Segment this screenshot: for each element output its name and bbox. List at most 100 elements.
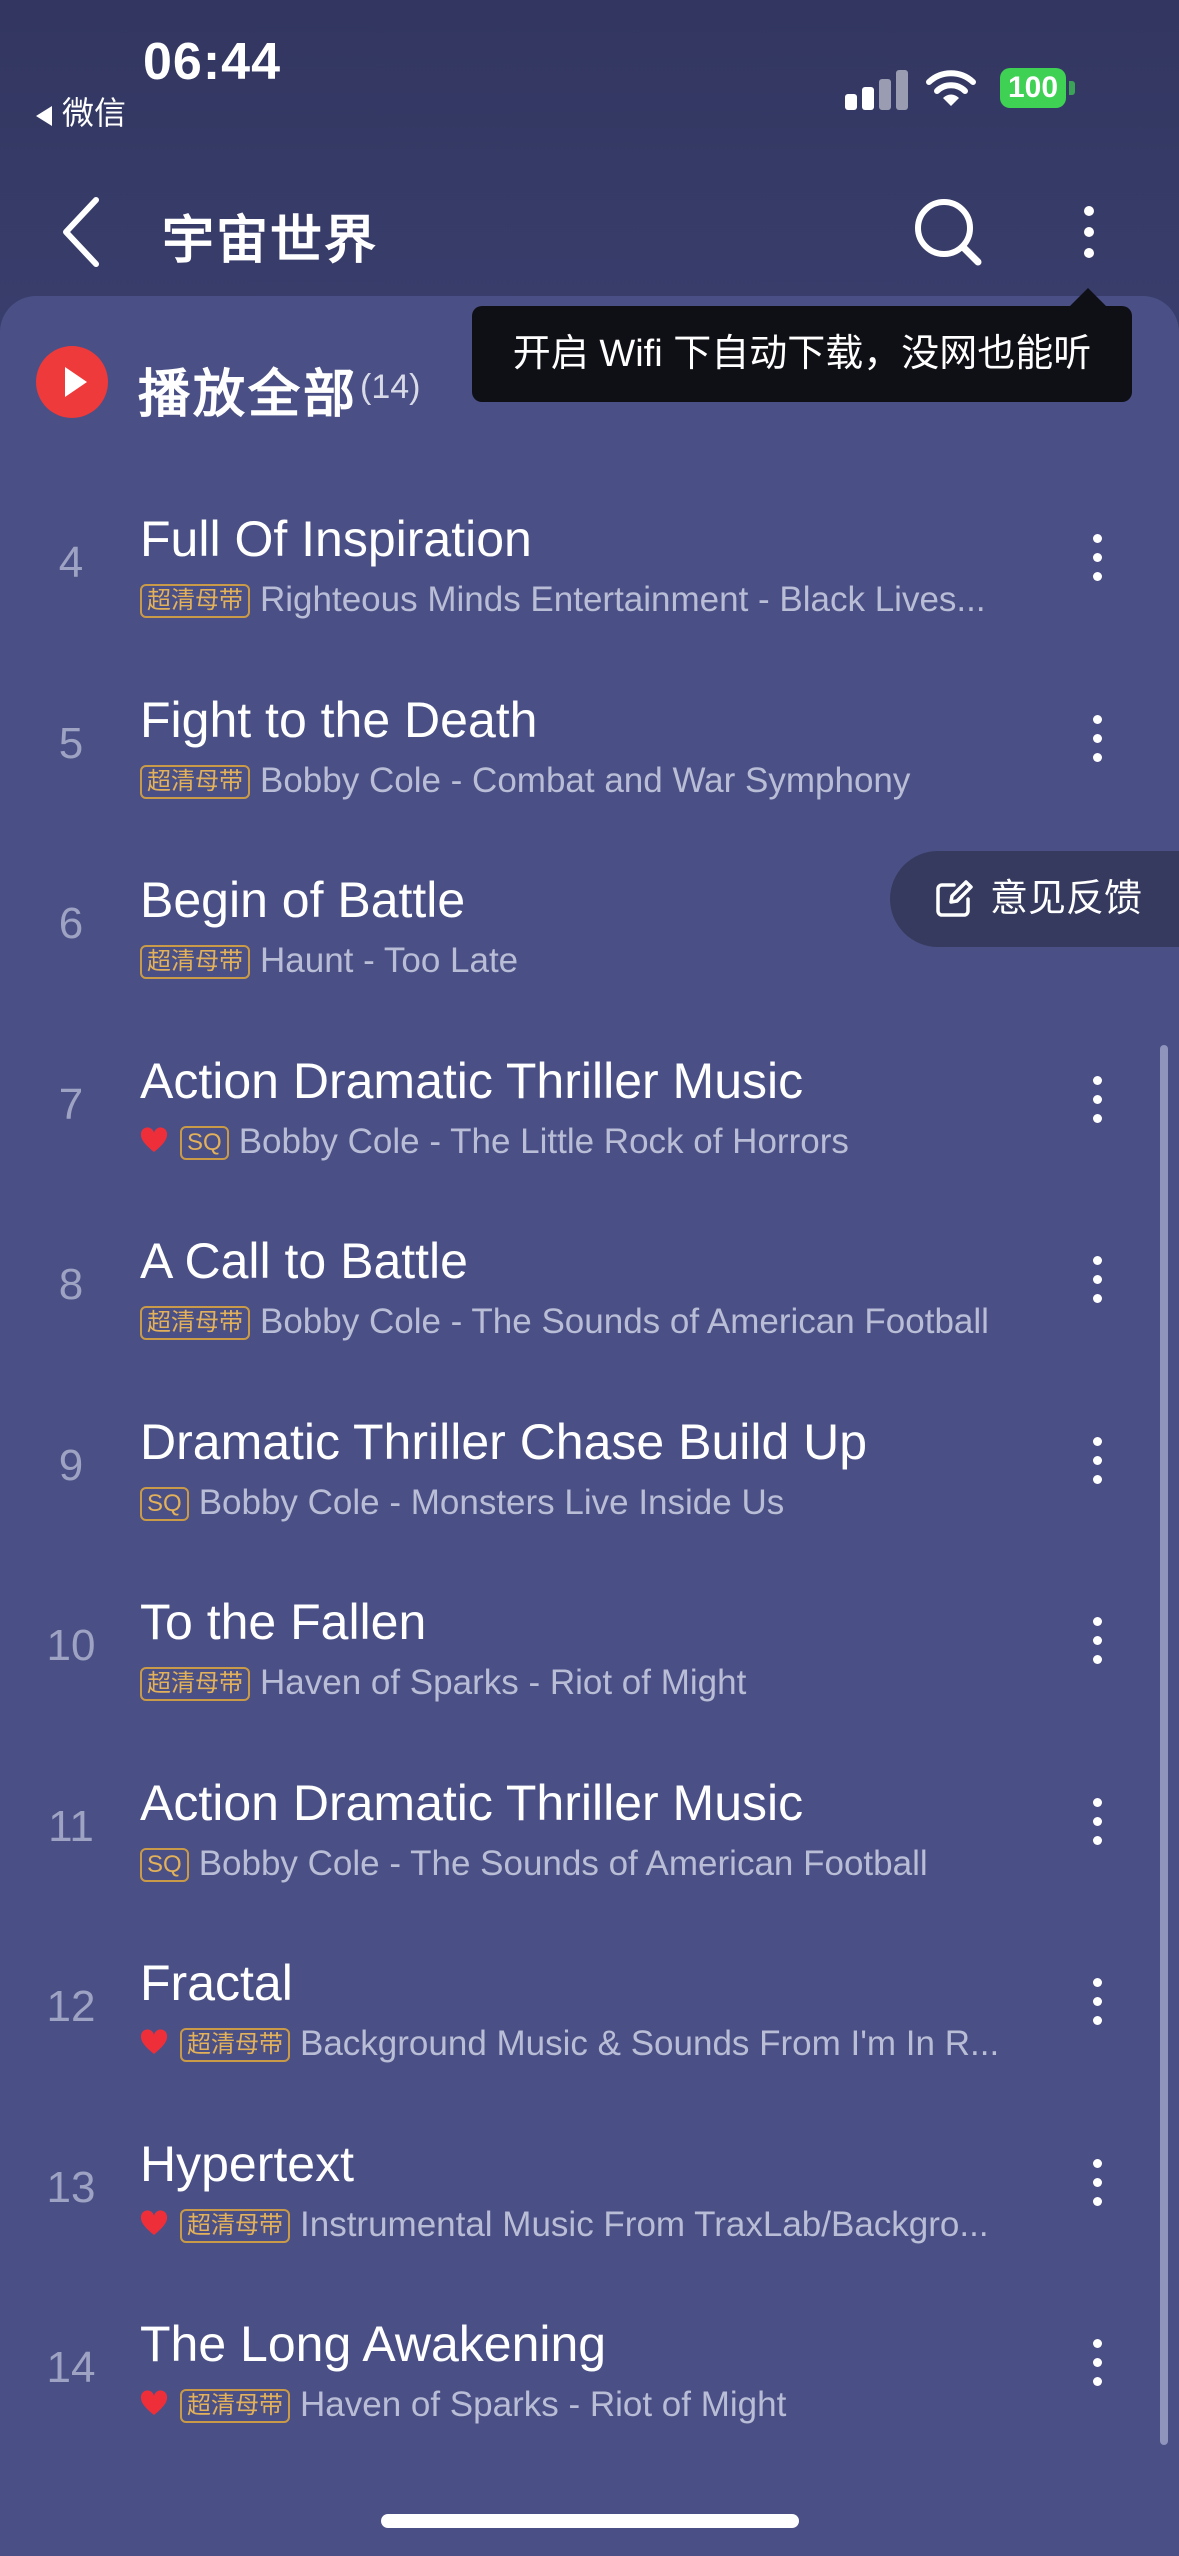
play-icon[interactable] (36, 346, 108, 418)
track-artist-album: Bobby Cole - The Sounds of American Foot… (260, 1302, 989, 1341)
quality-badge: 超清母带 (180, 2028, 290, 2062)
quality-badge: SQ (140, 1487, 189, 1521)
cellular-signal-icon (845, 70, 909, 110)
track-more-icon[interactable] (1080, 1966, 1116, 2038)
quality-badge: 超清母带 (140, 584, 250, 618)
status-time: 06:44 (143, 33, 281, 91)
feedback-button[interactable]: 意见反馈 (890, 851, 1179, 947)
track-artist-album: Bobby Cole - The Sounds of American Foot… (198, 1844, 928, 1883)
track-number: 8 (58, 1260, 84, 1309)
track-meta: 超清母带 Haunt - Too Late (140, 941, 1060, 981)
scrollbar[interactable] (1160, 1045, 1168, 2445)
track-artist-album: Bobby Cole - Combat and War Symphony (260, 761, 911, 800)
track-more-icon[interactable] (1080, 2147, 1116, 2219)
track-meta: 超清母带 Haven of Sparks - Riot of Might (140, 2385, 1060, 2425)
quality-badge: 超清母带 (140, 1667, 250, 1701)
track-title: To the Fallen (140, 1594, 427, 1650)
heart-icon[interactable] (140, 1127, 168, 1155)
quality-badge: 超清母带 (180, 2389, 290, 2423)
track-artist-album: Haven of Sparks - Riot of Might (300, 2385, 787, 2424)
quality-badge: 超清母带 (140, 1306, 250, 1340)
track-artist-album: Bobby Cole - The Little Rock of Horrors (238, 1122, 849, 1161)
track-title: Action Dramatic Thriller Music (140, 1775, 804, 1831)
track-row[interactable]: 11 Action Dramatic Thriller Music SQ Bobby … (0, 1734, 1179, 1914)
track-meta: 超清母带 Bobby Cole - Combat and War Symphony (140, 761, 1060, 801)
edit-icon (936, 880, 973, 917)
wifi-icon (926, 70, 976, 106)
track-number: 5 (58, 719, 84, 768)
track-more-icon[interactable] (1080, 1786, 1116, 1858)
more-vertical-icon[interactable] (1060, 192, 1120, 272)
play-all-label: 播放全部 (138, 366, 359, 424)
track-title: Action Dramatic Thriller Music (140, 1053, 804, 1109)
track-number: 10 (46, 1621, 96, 1670)
track-title: Dramatic Thriller Chase Build Up (140, 1414, 868, 1470)
track-number: 7 (58, 1080, 84, 1129)
quality-badge: 超清母带 (140, 765, 250, 799)
chevron-left-icon[interactable] (56, 192, 116, 272)
track-title: Hypertext (140, 2136, 354, 2192)
track-meta: SQ Bobby Cole - Monsters Live Inside Us (140, 1483, 1060, 1523)
quality-badge: 超清母带 (140, 945, 250, 979)
track-row[interactable]: 12 Fractal 超清母带 Background Music & Sounds F… (0, 1914, 1179, 2094)
heart-icon[interactable] (140, 2029, 168, 2057)
track-row[interactable]: 4 Full Of Inspiration 超清母带 Righteous Minds … (0, 470, 1179, 650)
track-row[interactable]: 14 The Long Awakening 超清母带 Haven of Sparks … (0, 2275, 1179, 2455)
battery-icon: 100 (1000, 68, 1075, 108)
track-artist-album: Haven of Sparks - Riot of Might (260, 1663, 747, 1702)
track-title: Fractal (140, 1955, 293, 2011)
search-icon[interactable] (908, 192, 988, 272)
download-tooltip[interactable]: 开启 Wifi 下自动下载，没网也能听 (472, 288, 1132, 402)
track-number: 11 (48, 1802, 94, 1851)
track-number: 12 (46, 1982, 96, 2031)
status-bar: 06:44 微信 100 (0, 0, 1179, 140)
back-triangle-icon (36, 105, 52, 126)
track-meta: 超清母带 Bobby Cole - The Sounds of American … (140, 1302, 1060, 1342)
track-more-icon[interactable] (1080, 1064, 1116, 1136)
track-number: 6 (58, 899, 84, 948)
track-meta: SQ Bobby Cole - The Sounds of American Fo… (140, 1844, 1060, 1884)
track-more-icon[interactable] (1080, 703, 1116, 775)
track-title: A Call to Battle (140, 1233, 468, 1289)
quality-badge: SQ (180, 1126, 229, 1160)
track-more-icon[interactable] (1080, 1244, 1116, 1316)
track-artist-album: Instrumental Music From TraxLab/Backgro.… (300, 2205, 989, 2244)
heart-icon[interactable] (140, 2390, 168, 2418)
track-more-icon[interactable] (1080, 2327, 1116, 2399)
header: 宇宙世界 (0, 170, 1179, 290)
track-more-icon[interactable] (1080, 1605, 1116, 1677)
home-indicator[interactable] (381, 2514, 799, 2528)
track-number: 9 (58, 1441, 84, 1490)
track-meta: 超清母带 Haven of Sparks - Riot of Might (140, 1663, 1060, 1703)
track-artist-album: Background Music & Sounds From I'm In R.… (300, 2024, 1000, 2063)
track-row[interactable]: 8 A Call to Battle 超清母带 Bobby Cole - The So… (0, 1192, 1179, 1372)
feedback-label: 意见反馈 (990, 878, 1143, 920)
battery-level: 100 (1000, 68, 1066, 108)
page-title: 宇宙世界 (162, 212, 379, 270)
track-artist-album: Bobby Cole - Monsters Live Inside Us (198, 1483, 785, 1522)
track-row[interactable]: 13 Hypertext 超清母带 Instrumental Music From T… (0, 2095, 1179, 2275)
track-count: (14) (360, 368, 421, 406)
track-meta: 超清母带 Righteous Minds Entertainment - Blac… (140, 580, 1060, 620)
track-more-icon[interactable] (1080, 1425, 1116, 1497)
track-meta: SQ Bobby Cole - The Little Rock of Horror… (140, 1122, 1060, 1162)
track-more-icon[interactable] (1080, 522, 1116, 594)
track-row[interactable]: 7 Action Dramatic Thriller Music SQ Bobby C… (0, 1012, 1179, 1192)
track-title: Begin of Battle (140, 872, 466, 928)
back-to-app-link[interactable]: 微信 (36, 88, 126, 134)
track-number: 4 (58, 538, 84, 587)
track-row[interactable]: 5 Fight to the Death 超清母带 Bobby Cole - Comb… (0, 651, 1179, 831)
heart-icon[interactable] (140, 2210, 168, 2238)
track-title: The Long Awakening (140, 2316, 607, 2372)
tooltip-text: 开启 Wifi 下自动下载，没网也能听 (512, 333, 1092, 375)
back-app-label: 微信 (62, 95, 127, 131)
quality-badge: 超清母带 (180, 2209, 290, 2243)
track-row[interactable]: 9 Dramatic Thriller Chase Build Up SQ Bobby… (0, 1373, 1179, 1553)
track-meta: 超清母带 Background Music & Sounds From I'm I… (140, 2024, 1060, 2064)
track-artist-album: Haunt - Too Late (260, 941, 519, 980)
track-row[interactable]: 10 To the Fallen 超清母带 Haven of Sparks - Rio… (0, 1553, 1179, 1733)
track-number: 13 (46, 2163, 96, 2212)
track-title: Full Of Inspiration (140, 511, 532, 567)
track-meta: 超清母带 Instrumental Music From TraxLab/Back… (140, 2205, 1060, 2245)
track-title: Fight to the Death (140, 692, 538, 748)
